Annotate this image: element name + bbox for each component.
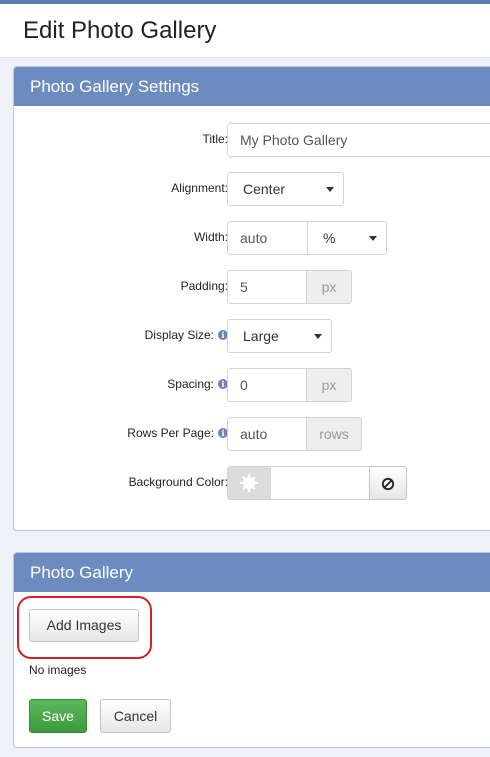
display-size-selected: Large: [243, 328, 279, 344]
background-color-input[interactable]: [270, 466, 370, 500]
padding-label: Padding:: [180, 279, 228, 293]
spacing-input[interactable]: 0: [227, 368, 307, 402]
rows-per-page-row: Rows Per Page: i auto rows: [14, 417, 490, 451]
gallery-panel-heading: Photo Gallery: [14, 553, 490, 592]
empty-gallery-text: No images: [29, 663, 87, 677]
display-size-select[interactable]: Large: [227, 319, 332, 353]
width-row: Width: auto %: [14, 221, 490, 255]
alignment-selected: Center: [243, 181, 286, 197]
rows-per-page-unit: rows: [306, 417, 362, 451]
alignment-select[interactable]: Center: [227, 172, 344, 206]
width-unit-selected: %: [323, 230, 336, 246]
background-color-label: Background Color:: [128, 475, 228, 489]
padding-row: Padding: 5 px: [14, 270, 490, 304]
alignment-label: Alignment:: [171, 181, 228, 195]
rows-per-page-input[interactable]: auto: [227, 417, 307, 451]
width-unit-select[interactable]: %: [307, 221, 387, 255]
spacing-unit: px: [306, 368, 352, 402]
width-label: Width:: [193, 230, 228, 244]
spacing-label: Spacing: i: [167, 377, 228, 391]
settings-panel: Photo Gallery Settings Title: My Photo G…: [13, 66, 490, 531]
cancel-button[interactable]: Cancel: [100, 699, 171, 733]
clear-color-button[interactable]: [369, 466, 407, 500]
chevron-down-icon: [369, 236, 377, 241]
settings-panel-heading: Photo Gallery Settings: [14, 67, 490, 106]
color-picker-icon: [240, 474, 258, 492]
clear-icon: [381, 477, 395, 491]
save-button[interactable]: Save: [29, 699, 87, 733]
title-row: Title: My Photo Gallery: [14, 123, 490, 157]
width-input[interactable]: auto: [227, 221, 308, 255]
padding-input[interactable]: 5: [227, 270, 307, 304]
chevron-down-icon: [326, 187, 334, 192]
alignment-row: Alignment: Center: [14, 172, 490, 206]
color-swatch-button[interactable]: [227, 466, 271, 500]
title-label: Title:: [202, 132, 228, 146]
background-color-row: Background Color:: [14, 466, 490, 500]
page-title: Edit Photo Gallery: [23, 17, 217, 44]
padding-unit: px: [306, 270, 352, 304]
chevron-down-icon: [314, 334, 322, 339]
spacing-row: Spacing: i 0 px: [14, 368, 490, 402]
rows-per-page-label: Rows Per Page: i: [127, 426, 228, 440]
page-header: Edit Photo Gallery: [0, 4, 490, 58]
title-input[interactable]: My Photo Gallery: [227, 123, 490, 157]
highlight-annotation: [17, 596, 152, 659]
display-size-row: Display Size: i Large: [14, 319, 490, 353]
display-size-label: Display Size: i: [145, 328, 228, 342]
